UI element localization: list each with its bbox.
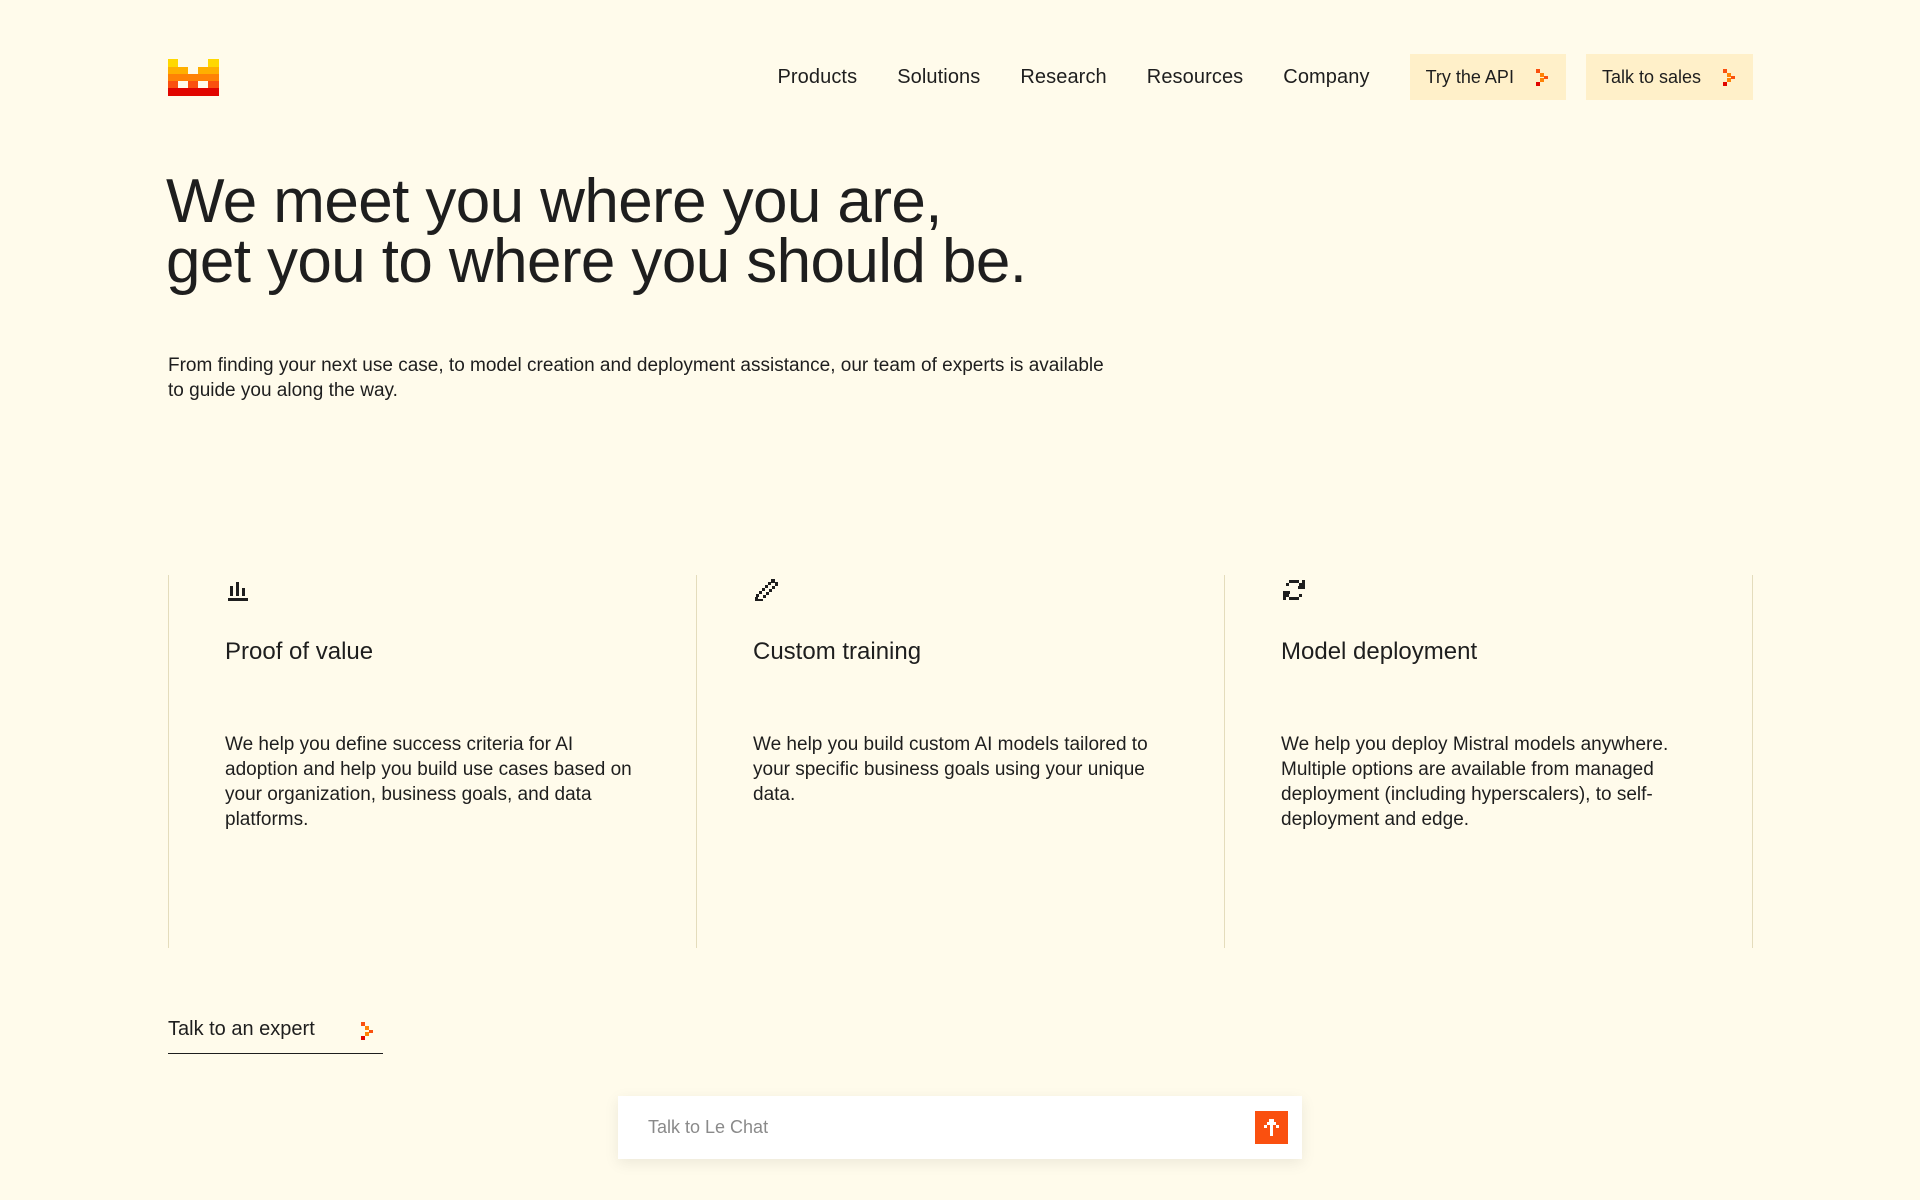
page: Products Solutions Research Resources Co… [0, 0, 1920, 1200]
chevron-right-icon [1723, 69, 1735, 86]
try-api-button[interactable]: Try the API [1409, 54, 1566, 100]
nav-solutions[interactable]: Solutions [897, 66, 980, 89]
service-title: Proof of value [225, 638, 374, 665]
top-nav: Products Solutions Research Resources Co… [777, 53, 1753, 101]
pencil-icon [755, 579, 778, 601]
le-chat-box [618, 1096, 1302, 1159]
service-description: We help you define success criteria for … [225, 734, 632, 830]
refresh-icon [1283, 580, 1305, 600]
chevron-right-icon [361, 1022, 373, 1040]
send-button[interactable] [1255, 1111, 1288, 1144]
talk-to-expert-link[interactable]: Talk to an expert [168, 1018, 383, 1054]
service-title: Custom training [753, 638, 922, 665]
service-description: We help you build custom AI models tailo… [753, 734, 1148, 805]
hero-subtitle: From finding your next use case, to mode… [168, 355, 1104, 401]
nav-research[interactable]: Research [1020, 66, 1106, 89]
service-card-custom-training: Custom training We help you build custom… [696, 575, 1224, 948]
services-grid: Proof of value We help you define succes… [168, 575, 1753, 948]
talk-to-sales-button[interactable]: Talk to sales [1585, 54, 1753, 100]
nav-resources[interactable]: Resources [1147, 66, 1244, 89]
chevron-right-icon [1535, 69, 1548, 86]
service-card-proof-of-value: Proof of value We help you define succes… [168, 575, 696, 948]
nav-products[interactable]: Products [777, 66, 857, 89]
hero-title-line-1: We meet you where you are, [166, 167, 942, 236]
service-card-model-deployment: Model deployment We help you deploy Mist… [1224, 575, 1753, 948]
arrow-up-icon [1264, 1119, 1279, 1136]
hero-title-line-2: get you to where you should be. [166, 227, 1027, 296]
nav-company[interactable]: Company [1283, 66, 1369, 89]
hero-title: We meet you where you are, get you to wh… [166, 167, 1027, 296]
talk-to-expert-label: Talk to an expert [168, 1018, 315, 1040]
mistral-logo-icon[interactable] [168, 59, 219, 96]
bar-chart-icon [228, 582, 248, 601]
le-chat-input[interactable] [618, 1096, 1255, 1159]
talk-to-sales-label: Talk to sales [1601, 66, 1701, 87]
service-description: We help you deploy Mistral models anywhe… [1281, 734, 1669, 830]
try-api-label: Try the API [1425, 66, 1514, 87]
service-title: Model deployment [1281, 638, 1478, 665]
